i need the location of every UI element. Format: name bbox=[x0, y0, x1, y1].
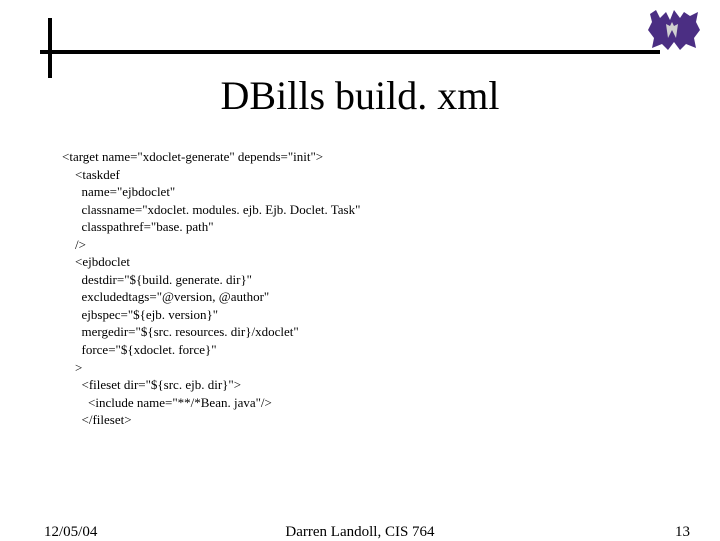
footer-page-number: 13 bbox=[675, 524, 690, 541]
university-logo bbox=[646, 8, 702, 52]
header-divider-horizontal bbox=[40, 50, 660, 54]
header-divider-vertical bbox=[48, 18, 52, 78]
footer-author: Darren Landoll, CIS 764 bbox=[0, 524, 720, 541]
slide-title: DBills build. xml bbox=[0, 72, 720, 119]
code-snippet: <target name="xdoclet-generate" depends=… bbox=[62, 148, 662, 429]
